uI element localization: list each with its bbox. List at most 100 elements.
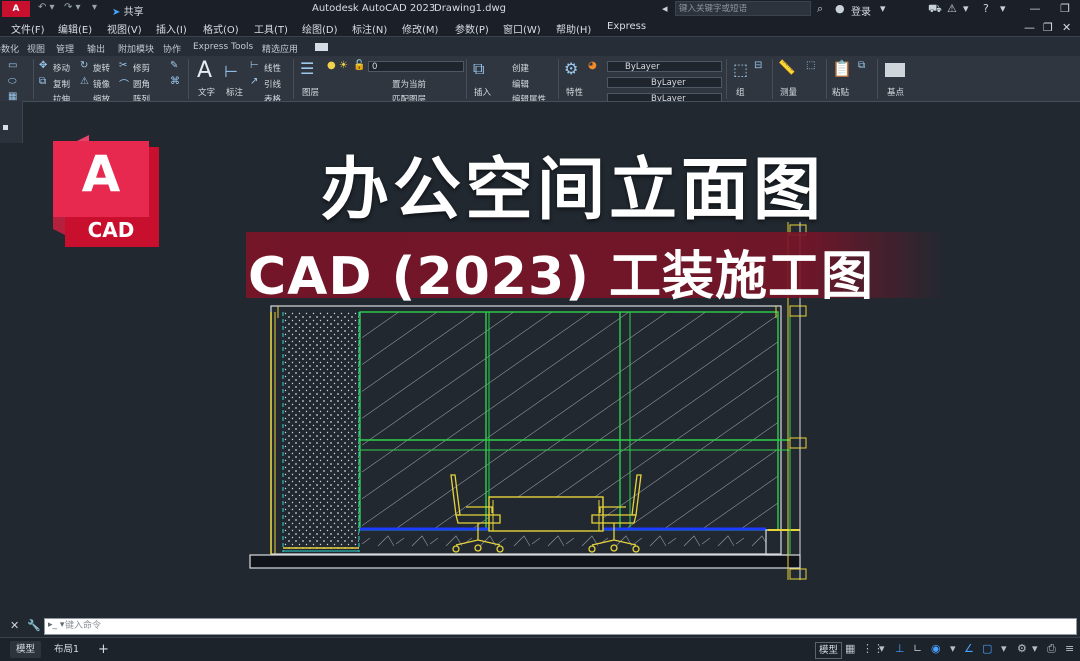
layer-freeze-icon[interactable]: ☀	[339, 60, 348, 71]
tab-model[interactable]: 模型	[10, 641, 42, 658]
ribbon-toggle-icon[interactable]	[315, 43, 328, 51]
copy-button[interactable]: 复制	[53, 78, 70, 90]
grid-icon[interactable]: ▦	[845, 642, 855, 655]
autocad-app-icon[interactable]: A CAD	[2, 1, 30, 30]
print-icon[interactable]: ⎙	[1047, 642, 1056, 656]
menu-dimension[interactable]: 标注(N)	[352, 21, 387, 36]
settings-icon[interactable]: ⚙	[1017, 642, 1027, 655]
base-view-icon[interactable]	[885, 63, 905, 77]
tab-addins[interactable]: 附加模块	[118, 42, 154, 55]
command-prompt-icon[interactable]: ▸_ ▾	[48, 620, 64, 630]
undo-icon[interactable]: ↶ ▾	[38, 2, 55, 13]
group-button[interactable]: 组	[736, 86, 745, 98]
redo-icon[interactable]: ↷ ▾	[64, 2, 81, 13]
mirror-button[interactable]: 镜像	[93, 78, 110, 90]
layer-properties-icon[interactable]: ☰	[300, 59, 314, 78]
close-command-icon[interactable]: ✕	[10, 619, 19, 632]
tab-layout1[interactable]: 布局1	[48, 641, 85, 658]
polar-dropdown-icon[interactable]: ▾	[950, 642, 956, 655]
tab-collaborate[interactable]: 协作	[163, 42, 181, 55]
add-layout-button[interactable]: +	[92, 641, 115, 658]
text-button[interactable]: 文字	[198, 86, 215, 98]
select-icon[interactable]: ⬚	[806, 60, 815, 71]
menu-express[interactable]: Express	[607, 21, 646, 32]
user-icon[interactable]: ●	[835, 2, 845, 15]
minimize-button[interactable]: —	[1020, 0, 1050, 18]
search-icon[interactable]: ⌕	[817, 2, 823, 16]
copy-icon[interactable]: ⧉	[39, 76, 46, 87]
ortho-icon[interactable]: ⊥	[895, 642, 905, 655]
layer-properties-button[interactable]: 图层	[302, 86, 319, 98]
trim-button[interactable]: 修剪	[133, 62, 150, 74]
doc-restore-icon[interactable]: ❐	[1043, 21, 1053, 34]
help-dropdown-icon[interactable]: ▾	[1000, 2, 1006, 15]
color-dropdown[interactable]: ByLayer	[607, 61, 722, 72]
menu-insert[interactable]: 插入(I)	[156, 21, 187, 36]
cart-icon[interactable]: ⛟	[928, 2, 942, 17]
isodraft-icon[interactable]: ∠	[964, 642, 974, 655]
dimension-icon[interactable]: ⊢	[224, 62, 238, 81]
tab-express-tools[interactable]: Express Tools	[193, 42, 253, 52]
fillet-icon[interactable]: ⌒	[119, 76, 129, 91]
tab-view[interactable]: 视图	[27, 42, 45, 55]
menu-format[interactable]: 格式(O)	[203, 21, 239, 36]
properties-button[interactable]: 特性	[566, 86, 583, 98]
move-button[interactable]: 移动	[53, 62, 70, 74]
tab-parametric[interactable]: 参数化	[0, 42, 19, 55]
connect-dropdown-icon[interactable]: ▾	[963, 2, 969, 15]
set-current-button[interactable]: 置为当前	[392, 78, 426, 90]
login-button[interactable]: 登录	[851, 3, 871, 18]
tab-featured-apps[interactable]: 精选应用	[262, 42, 298, 55]
trim-icon[interactable]: ✂	[119, 60, 127, 71]
menu-icon[interactable]: ≡	[1065, 642, 1074, 655]
rotate-icon[interactable]: ↻	[80, 60, 88, 71]
layer-on-icon[interactable]: ●	[327, 60, 336, 71]
connect-icon[interactable]: ⚠	[947, 2, 957, 15]
infer-icon[interactable]: ∟	[913, 642, 922, 655]
menu-tools[interactable]: 工具(T)	[254, 21, 288, 36]
ellipse-icon[interactable]: ⬭	[8, 76, 17, 87]
rectangle-icon[interactable]: ▭	[8, 60, 17, 71]
dimension-button[interactable]: 标注	[226, 86, 243, 98]
move-icon[interactable]: ✥	[39, 60, 47, 71]
quick-access-dropdown-icon[interactable]: ▾	[92, 2, 97, 13]
osnap-dropdown-icon[interactable]: ▾	[1001, 642, 1007, 655]
model-space-button[interactable]: 模型	[815, 642, 843, 659]
edit-block-button[interactable]: 编辑	[512, 78, 529, 90]
fillet-button[interactable]: 圆角	[133, 78, 150, 90]
login-dropdown-icon[interactable]: ▾	[880, 2, 886, 15]
menu-parametric[interactable]: 参数(P)	[455, 21, 489, 36]
rotate-button[interactable]: 旋转	[93, 62, 110, 74]
share-button[interactable]: ➤ 共享	[112, 3, 144, 18]
command-input[interactable]: 键入命令	[44, 618, 1077, 635]
group-icon[interactable]: ⬚	[733, 60, 748, 79]
insert-block-icon[interactable]: ⧉	[473, 59, 484, 79]
search-expand-icon[interactable]: ◂	[662, 2, 668, 15]
leader-icon[interactable]: ↗	[250, 76, 258, 87]
linear-button[interactable]: 线性	[264, 62, 281, 74]
copy-clip-icon[interactable]: ⧉	[858, 60, 865, 71]
paste-icon[interactable]: 📋	[832, 59, 852, 78]
create-block-button[interactable]: 创建	[512, 62, 529, 74]
erase-icon[interactable]: ✎	[170, 60, 178, 71]
ungroup-icon[interactable]: ⊟	[754, 60, 762, 71]
layer-dropdown[interactable]: 0	[368, 61, 464, 72]
menu-modify[interactable]: 修改(M)	[402, 21, 438, 36]
color-wheel-icon[interactable]: ◕	[588, 60, 597, 71]
menu-help[interactable]: 帮助(H)	[556, 21, 591, 36]
menu-window[interactable]: 窗口(W)	[503, 21, 541, 36]
maximize-button[interactable]: ❐	[1050, 0, 1080, 18]
insert-block-button[interactable]: 插入	[474, 86, 491, 98]
properties-icon[interactable]: ⚙	[564, 59, 578, 78]
help-icon[interactable]: ?	[983, 2, 989, 15]
search-input[interactable]: 键入关键字或短语	[675, 1, 811, 16]
menu-edit[interactable]: 编辑(E)	[58, 21, 92, 36]
mirror-icon[interactable]: ⚠	[80, 76, 89, 87]
snap-dropdown-icon[interactable]: ▾	[879, 642, 885, 655]
base-view-button[interactable]: 基点	[887, 86, 904, 98]
doc-minimize-icon[interactable]: —	[1024, 21, 1035, 34]
measure-button[interactable]: 测量	[780, 86, 797, 98]
text-icon[interactable]: A	[197, 58, 212, 83]
menu-draw[interactable]: 绘图(D)	[302, 21, 338, 36]
explode-icon[interactable]: ⌘	[170, 76, 180, 87]
